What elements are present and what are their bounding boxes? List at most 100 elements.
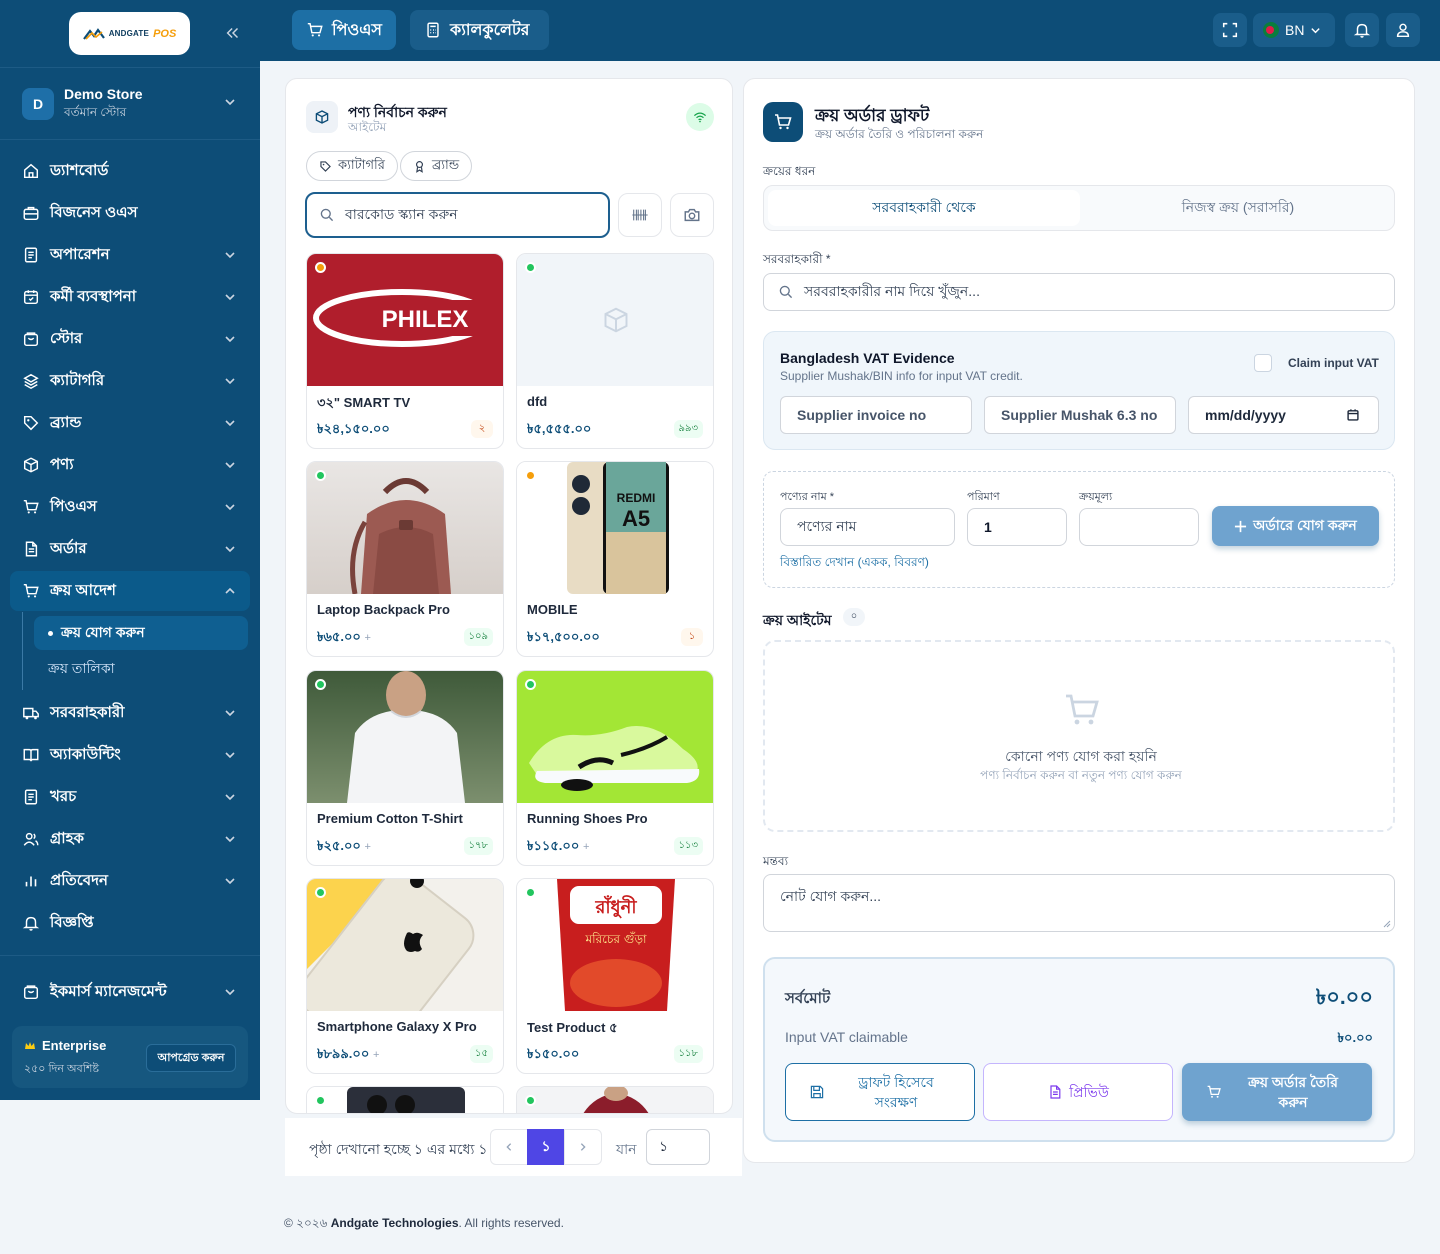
product-card[interactable]: Premium Cotton T-Shirt ৳২৫.০০ + ১৭৮ — [306, 670, 504, 866]
save-draft-button[interactable]: ড্রাফট হিসেবে সংরক্ষণ — [785, 1063, 975, 1121]
show-details-link[interactable]: বিস্তারিত দেখান (একক, বিবরণ) — [780, 554, 929, 574]
barcode-scan-button[interactable] — [618, 193, 662, 237]
sidebar-item-orders[interactable]: অর্ডার — [10, 529, 250, 569]
tab-pos[interactable]: পিওএস — [292, 10, 396, 50]
brand-filter-chip[interactable]: ব্র্যান্ড — [400, 151, 473, 181]
claim-vat-checkbox[interactable] — [1254, 354, 1272, 372]
product-card[interactable]: Smartphone Galaxy X Pro ৳৮৯৯.০০ + ১৫ — [306, 878, 504, 1074]
chevron-down-icon — [225, 710, 235, 717]
product-name-input[interactable]: পণ্যের নাম — [780, 508, 955, 546]
prev-page-button[interactable] — [490, 1129, 528, 1165]
product-price: ৳২৪,১৫০.০০ — [317, 420, 390, 441]
quantity-label: পরিমাণ — [967, 491, 1000, 503]
vat-title: Bangladesh VAT Evidence — [780, 350, 955, 366]
svg-text:A5: A5 — [622, 506, 650, 531]
sidebar-item-products[interactable]: পণ্য — [10, 445, 250, 485]
product-card[interactable]: রাঁধুনী মরিচের গুঁড়া Test Product ৫ ৳১৫… — [516, 878, 714, 1074]
notifications-button[interactable] — [1345, 13, 1379, 47]
search-icon — [320, 208, 334, 222]
supplier-search-input[interactable]: সরবরাহকারীর নাম দিয়ে খুঁজুন... — [763, 273, 1395, 311]
goto-page-input[interactable]: ১ — [646, 1129, 710, 1165]
footer-company: Andgate Technologies — [330, 1216, 459, 1230]
topbar: পিওএস ক্যালকুলেটর BN — [260, 0, 1440, 61]
stock-status-dot — [315, 887, 326, 898]
plan-title-row: Enterprise — [24, 1038, 106, 1053]
sidebar-item-label: কর্মী ব্যবস্থাপনা — [50, 287, 137, 305]
category-filter-chip[interactable]: ক্যাটাগরি — [306, 151, 398, 181]
sidebar-item-notifications[interactable]: বিজ্ঞপ্তি — [10, 903, 250, 943]
supplier-invoice-input[interactable]: Supplier invoice no — [780, 396, 972, 434]
sidebar-item-dashboard[interactable]: ড্যাশবোর্ড — [10, 151, 250, 191]
invoice-date-input[interactable]: mm/dd/yyyy — [1188, 396, 1379, 434]
next-page-button[interactable] — [564, 1129, 602, 1165]
chevron-left-icon — [506, 1143, 512, 1151]
sidebar-item-store[interactable]: স্টোর — [10, 319, 250, 359]
type-direct-option[interactable]: নিজস্ব ক্রয় (সরাসরি) — [1084, 190, 1392, 226]
price-plus: + — [582, 841, 590, 853]
user-menu-button[interactable] — [1386, 13, 1420, 47]
collapse-sidebar-icon[interactable] — [224, 24, 242, 42]
receipt-icon — [24, 247, 38, 263]
price-plus: + — [364, 841, 371, 853]
product-card[interactable]: REDMI A5 MOBILE ৳১৭,৫০০.০০ ১ — [516, 461, 714, 657]
price-value: ৳১৫০.০০ — [527, 1046, 580, 1061]
sidebar-item-label: খরচ — [50, 787, 77, 805]
stock-status-dot — [525, 679, 536, 690]
page-button-current[interactable]: ১ — [527, 1129, 565, 1165]
store-switcher[interactable]: D Demo Store বর্তমান স্টোর — [22, 86, 240, 120]
file-icon — [25, 541, 38, 557]
product-card[interactable]: dfd ৳৫,৫৫৫.০০ ৯৯৩ — [516, 253, 714, 449]
sidebar-item-staff[interactable]: কর্মী ব্যবস্থাপনা — [10, 277, 250, 317]
purchase-price-input[interactable] — [1079, 508, 1199, 546]
quantity-input[interactable]: 1 — [967, 508, 1067, 546]
sidebar-item-label: স্টোর — [50, 329, 83, 347]
type-supplier-option[interactable]: সরবরাহকারী থেকে — [768, 190, 1080, 226]
app-logo[interactable]: ANDGATE POS — [69, 12, 190, 55]
camera-scan-button[interactable] — [670, 193, 714, 237]
sidebar-item-brand[interactable]: ব্র্যান্ড — [10, 403, 250, 443]
goto-label: যান — [616, 1141, 637, 1157]
wifi-icon — [686, 103, 714, 131]
sidebar-item-reports[interactable]: প্রতিবেদন — [10, 861, 250, 901]
sidebar-item-ecommerce[interactable]: ইকমার্স ম্যানেজমেন্ট — [10, 972, 250, 1012]
sidebar-item-label: ইকমার্স ম্যানেজমেন্ট — [50, 982, 167, 1000]
supplier-mushak-input[interactable]: Supplier Mushak 6.3 no — [984, 396, 1176, 434]
preview-button[interactable]: প্রিভিউ — [983, 1063, 1173, 1121]
sidebar-item-purchase-order[interactable]: ক্রয় আদেশ — [10, 571, 250, 611]
sidebar-subitem-add-purchase[interactable]: ক্রয় যোগ করুন — [34, 616, 248, 650]
language-select[interactable]: BN — [1253, 13, 1335, 47]
cart-icon — [23, 583, 39, 598]
sidebar-item-business-os[interactable]: বিজনেস ওএস — [10, 193, 250, 233]
tab-label: পিওএস — [332, 21, 382, 39]
add-to-order-button[interactable]: অর্ডারে যোগ করুন — [1212, 506, 1379, 546]
sidebar-item-customers[interactable]: গ্রাহক — [10, 819, 250, 859]
fullscreen-button[interactable] — [1213, 13, 1247, 47]
sidebar-item-accounting[interactable]: অ্যাকাউন্টিং — [10, 735, 250, 775]
sidebar-item-suppliers[interactable]: সরবরাহকারী — [10, 693, 250, 733]
empty-items-state: কোনো পণ্য যোগ করা হয়নি পণ্য নির্বাচন কর… — [763, 640, 1395, 832]
sidebar-item-expense[interactable]: খরচ — [10, 777, 250, 817]
store-avatar: D — [22, 88, 54, 120]
product-card[interactable]: Running Shoes Pro ৳১১৫.০০ + ১১৩ — [516, 670, 714, 866]
plan-title: Enterprise — [42, 1038, 107, 1053]
upgrade-button[interactable]: আপগ্রেড করুন — [146, 1044, 236, 1072]
truck-icon — [23, 707, 39, 720]
tab-calculator[interactable]: ক্যালকুলেটর — [410, 10, 549, 50]
language-code: BN — [1285, 22, 1305, 38]
product-card[interactable]: PHILEX ৩২" SMART TV ৳২৪,১৫০.০০ ২ — [306, 253, 504, 449]
sidebar-item-operations[interactable]: অপারেশন — [10, 235, 250, 275]
product-card[interactable] — [516, 1086, 714, 1113]
create-order-button[interactable]: ক্রয় অর্ডার তৈরি করুন — [1182, 1063, 1372, 1121]
barcode-search-input[interactable]: বারকোড স্ক্যান করুন — [305, 192, 610, 238]
sidebar-item-pos[interactable]: পিওএস — [10, 487, 250, 527]
store-name: Demo Store — [64, 86, 143, 102]
product-card[interactable] — [306, 1086, 504, 1113]
note-textarea[interactable]: নোট যোগ করুন... — [763, 874, 1395, 932]
stock-badge: ২ — [471, 420, 493, 438]
box-icon — [306, 101, 338, 133]
sidebar-subitem-purchase-list[interactable]: ক্রয় তালিকা — [34, 652, 248, 686]
product-card[interactable]: Laptop Backpack Pro ৳৬৫.০০ + ১০৯ — [306, 461, 504, 657]
logo-brand: ANDGATE — [108, 29, 150, 38]
sidebar-item-category[interactable]: ক্যাটাগরি — [10, 361, 250, 401]
sidebar-item-label: প্রতিবেদন — [50, 871, 108, 889]
